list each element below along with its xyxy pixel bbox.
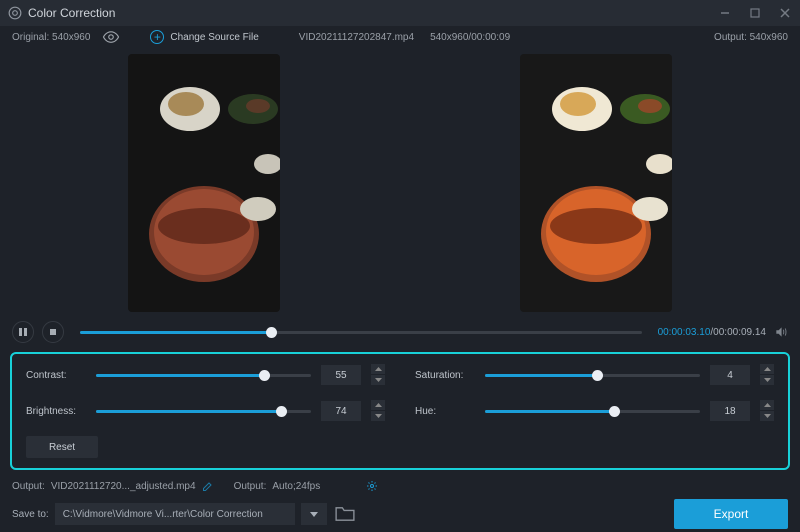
change-source-link[interactable]: Change Source File xyxy=(170,32,258,43)
title-bar: Color Correction xyxy=(0,0,800,26)
source-resolution-duration: 540x960/00:00:09 xyxy=(430,32,510,43)
info-bar: Original: 540x960 + Change Source File V… xyxy=(0,26,800,48)
saturation-spinner xyxy=(760,364,774,386)
current-time: 00:00:03.10 xyxy=(658,327,711,338)
save-path-field[interactable]: C:\Vidmore\Vidmore Vi...rter\Color Corre… xyxy=(55,503,295,525)
save-to-label: Save to: xyxy=(12,509,49,520)
brightness-slider[interactable] xyxy=(96,410,311,413)
timeline-time: 00:00:03.10/00:00:09.14 xyxy=(658,327,766,338)
play-pause-button[interactable] xyxy=(12,321,34,343)
preview-original xyxy=(128,54,280,312)
hue-thumb[interactable] xyxy=(609,406,620,417)
saturation-down[interactable] xyxy=(760,375,774,385)
brightness-down[interactable] xyxy=(371,411,385,421)
timeline-progress xyxy=(80,331,271,334)
hue-label: Hue: xyxy=(415,406,475,417)
minimize-button[interactable] xyxy=(718,6,732,20)
original-resolution-label: Original: 540x960 xyxy=(12,32,90,43)
hue-slider[interactable] xyxy=(485,410,700,413)
saturation-control: Saturation: 4 xyxy=(415,364,774,386)
contrast-down[interactable] xyxy=(371,375,385,385)
hue-down[interactable] xyxy=(760,411,774,421)
source-filename: VID20211127202847.mp4 xyxy=(299,32,414,43)
output-format-label: Output: xyxy=(234,481,267,492)
timeline-bar: 00:00:03.10/00:00:09.14 xyxy=(0,318,800,346)
export-button[interactable]: Export xyxy=(674,499,788,529)
add-source-icon[interactable]: + xyxy=(150,30,164,44)
saturation-value[interactable]: 4 xyxy=(710,365,750,385)
output-resolution-label: Output: 540x960 xyxy=(714,32,788,43)
brightness-spinner xyxy=(371,400,385,422)
app-logo-icon xyxy=(8,6,22,20)
window-title: Color Correction xyxy=(28,6,702,20)
preview-toggle-icon[interactable] xyxy=(102,28,120,46)
brightness-value[interactable]: 74 xyxy=(321,401,361,421)
contrast-spinner xyxy=(371,364,385,386)
saturation-thumb[interactable] xyxy=(592,370,603,381)
output-file-label: Output: xyxy=(12,481,45,492)
output-info-row: Output: VID2021112720..._adjusted.mp4 Ou… xyxy=(0,476,800,496)
hue-spinner xyxy=(760,400,774,422)
open-folder-icon[interactable] xyxy=(333,506,357,522)
saturation-up[interactable] xyxy=(760,364,774,374)
hue-control: Hue: 18 xyxy=(415,400,774,422)
volume-icon[interactable] xyxy=(774,325,788,339)
reset-wrap: Reset xyxy=(26,436,385,458)
hue-value[interactable]: 18 xyxy=(710,401,750,421)
color-controls-panel: Contrast: 55 Saturation: 4 Brightness: 7… xyxy=(10,352,790,470)
contrast-thumb[interactable] xyxy=(259,370,270,381)
total-time: /00:00:09.14 xyxy=(710,327,766,338)
timeline-thumb[interactable] xyxy=(266,327,277,338)
preview-area xyxy=(0,48,800,318)
brightness-control: Brightness: 74 xyxy=(26,400,385,422)
output-format-value: Auto;24fps xyxy=(272,481,320,492)
contrast-control: Contrast: 55 xyxy=(26,364,385,386)
maximize-button[interactable] xyxy=(748,6,762,20)
edit-filename-icon[interactable] xyxy=(202,480,214,492)
stop-button[interactable] xyxy=(42,321,64,343)
saturation-label: Saturation: xyxy=(415,370,475,381)
close-button[interactable] xyxy=(778,6,792,20)
brightness-label: Brightness: xyxy=(26,406,86,417)
contrast-slider[interactable] xyxy=(96,374,311,377)
contrast-value[interactable]: 55 xyxy=(321,365,361,385)
hue-up[interactable] xyxy=(760,400,774,410)
output-settings-icon[interactable] xyxy=(366,480,378,492)
contrast-up[interactable] xyxy=(371,364,385,374)
saturation-slider[interactable] xyxy=(485,374,700,377)
preview-adjusted xyxy=(520,54,672,312)
save-path-dropdown[interactable] xyxy=(301,503,327,525)
output-file-value: VID2021112720..._adjusted.mp4 xyxy=(51,481,196,492)
reset-button[interactable]: Reset xyxy=(26,436,98,458)
brightness-up[interactable] xyxy=(371,400,385,410)
timeline-track[interactable] xyxy=(80,331,642,334)
contrast-label: Contrast: xyxy=(26,370,86,381)
brightness-thumb[interactable] xyxy=(276,406,287,417)
save-row: Save to: C:\Vidmore\Vidmore Vi...rter\Co… xyxy=(0,496,800,532)
